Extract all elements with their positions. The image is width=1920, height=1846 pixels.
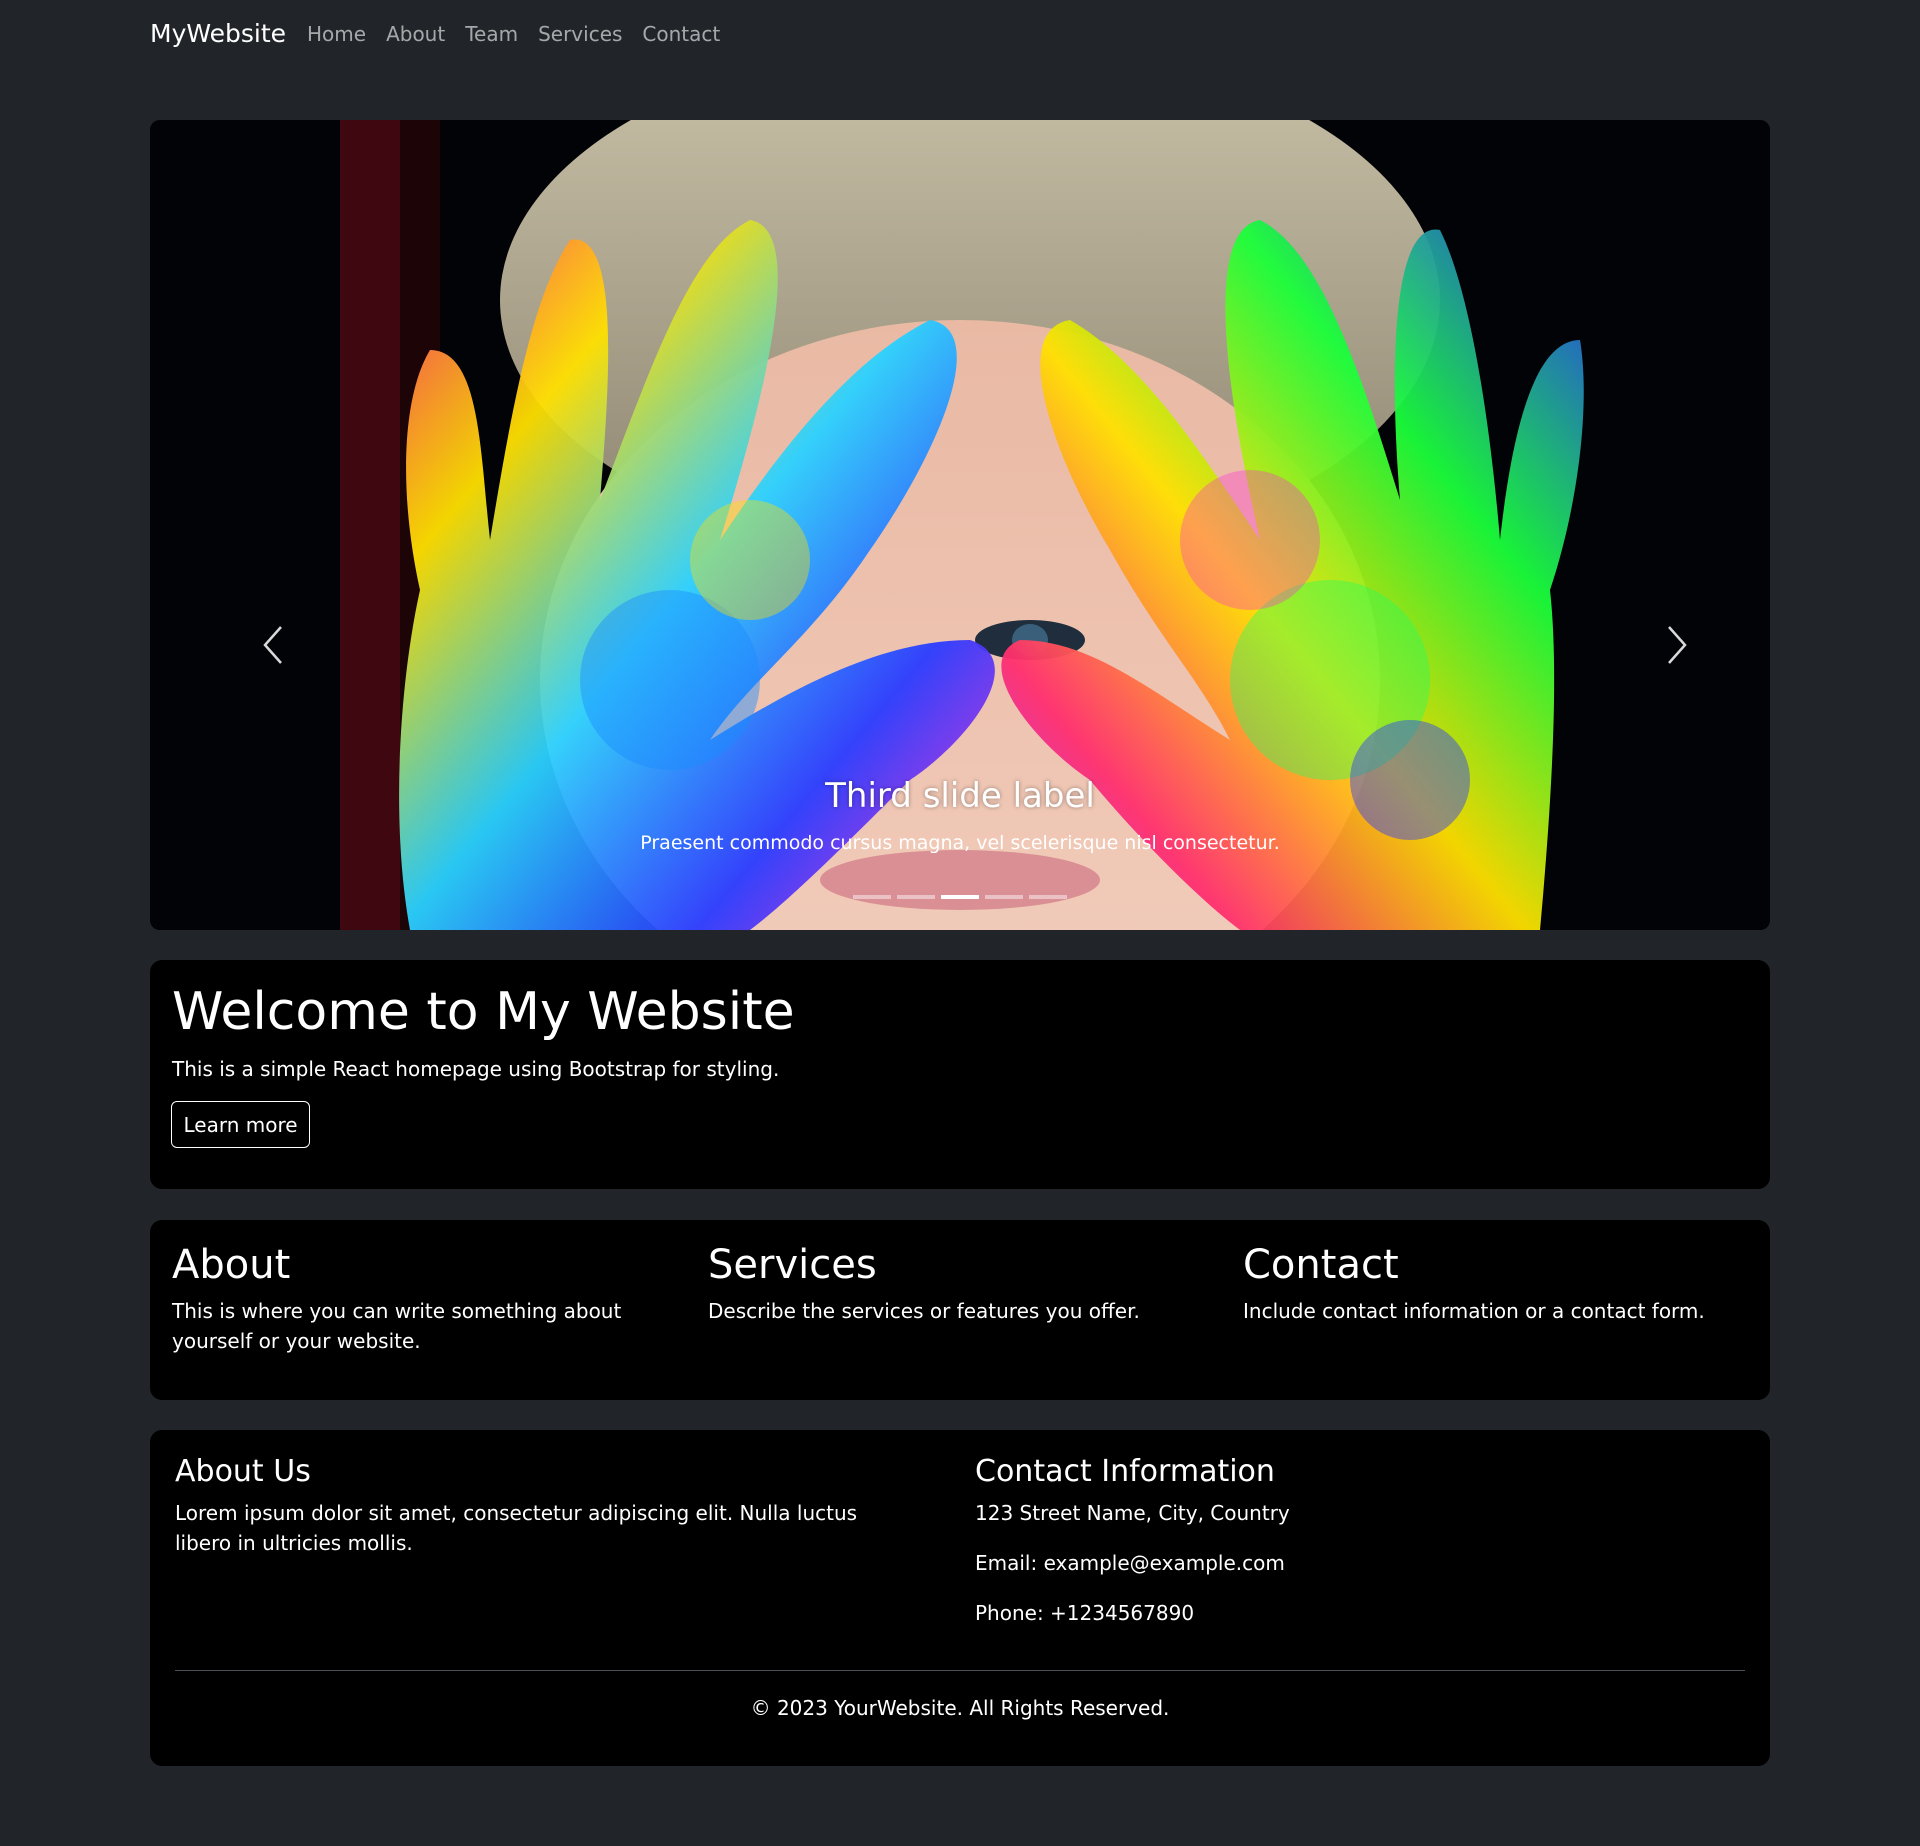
footer-copyright: © 2023 YourWebsite. All Rights Reserved. xyxy=(750,1696,1170,1720)
footer-divider xyxy=(175,1670,1745,1671)
footer-contact: Contact Information 123 Street Name, Cit… xyxy=(975,1452,1675,1648)
footer-card: About Us Lorem ipsum dolor sit amet, con… xyxy=(150,1430,1770,1766)
chevron-left-icon xyxy=(263,626,282,664)
welcome-card: Welcome to My Website This is a simple R… xyxy=(150,960,1770,1189)
features-card: About This is where you can write someth… xyxy=(150,1220,1770,1400)
navbar-brand[interactable]: MyWebsite xyxy=(150,17,286,51)
chevron-right-icon xyxy=(1668,626,1687,664)
feature-services-text: Describe the services or features you of… xyxy=(708,1299,1140,1323)
footer-about-text: Lorem ipsum dolor sit amet, consectetur … xyxy=(175,1501,858,1555)
feature-contact-title: Contact xyxy=(1243,1242,1399,1288)
nav-link-team[interactable]: Team xyxy=(465,19,518,49)
carousel-prev-button[interactable] xyxy=(245,615,305,675)
learn-more-button[interactable]: Learn more xyxy=(171,1101,310,1148)
footer-address: 123 Street Name, City, Country xyxy=(975,1501,1290,1525)
feature-contact-text: Include contact information or a contact… xyxy=(1243,1299,1705,1323)
feature-about: About This is where you can write someth… xyxy=(172,1238,682,1356)
carousel-caption-text: Praesent commodo cursus magna, vel scele… xyxy=(640,832,1280,854)
navbar: MyWebsite Home About Team Services Conta… xyxy=(0,0,1920,68)
carousel-indicator-3[interactable] xyxy=(941,895,979,899)
carousel-next-button[interactable] xyxy=(1645,615,1705,675)
feature-about-title: About xyxy=(172,1242,291,1288)
carousel-indicators xyxy=(150,895,1770,899)
footer-contact-title: Contact Information xyxy=(975,1454,1275,1489)
footer-email: Email: example@example.com xyxy=(975,1551,1285,1575)
footer-phone: Phone: +1234567890 xyxy=(975,1601,1195,1625)
nav-link-contact[interactable]: Contact xyxy=(642,19,720,49)
feature-services-title: Services xyxy=(708,1242,877,1288)
nav-link-about[interactable]: About xyxy=(386,19,445,49)
nav-link-services[interactable]: Services xyxy=(538,19,622,49)
footer-about: About Us Lorem ipsum dolor sit amet, con… xyxy=(175,1452,905,1578)
carousel-caption-title: Third slide label xyxy=(825,776,1095,816)
carousel-indicator-1[interactable] xyxy=(853,895,891,899)
hero-carousel: Third slide label Praesent commodo cursu… xyxy=(150,120,1770,930)
welcome-text: This is a simple React homepage using Bo… xyxy=(172,1057,780,1081)
carousel-indicator-5[interactable] xyxy=(1029,895,1067,899)
feature-contact: Contact Include contact information or a… xyxy=(1243,1238,1753,1326)
carousel-indicator-2[interactable] xyxy=(897,895,935,899)
carousel-indicator-4[interactable] xyxy=(985,895,1023,899)
nav-link-home[interactable]: Home xyxy=(307,19,366,49)
nav-links: Home About Team Services Contact xyxy=(307,19,720,49)
footer-about-title: About Us xyxy=(175,1454,311,1489)
welcome-title: Welcome to My Website xyxy=(172,982,795,1042)
feature-about-text: This is where you can write something ab… xyxy=(172,1299,622,1353)
feature-services: Services Describe the services or featur… xyxy=(708,1238,1218,1326)
